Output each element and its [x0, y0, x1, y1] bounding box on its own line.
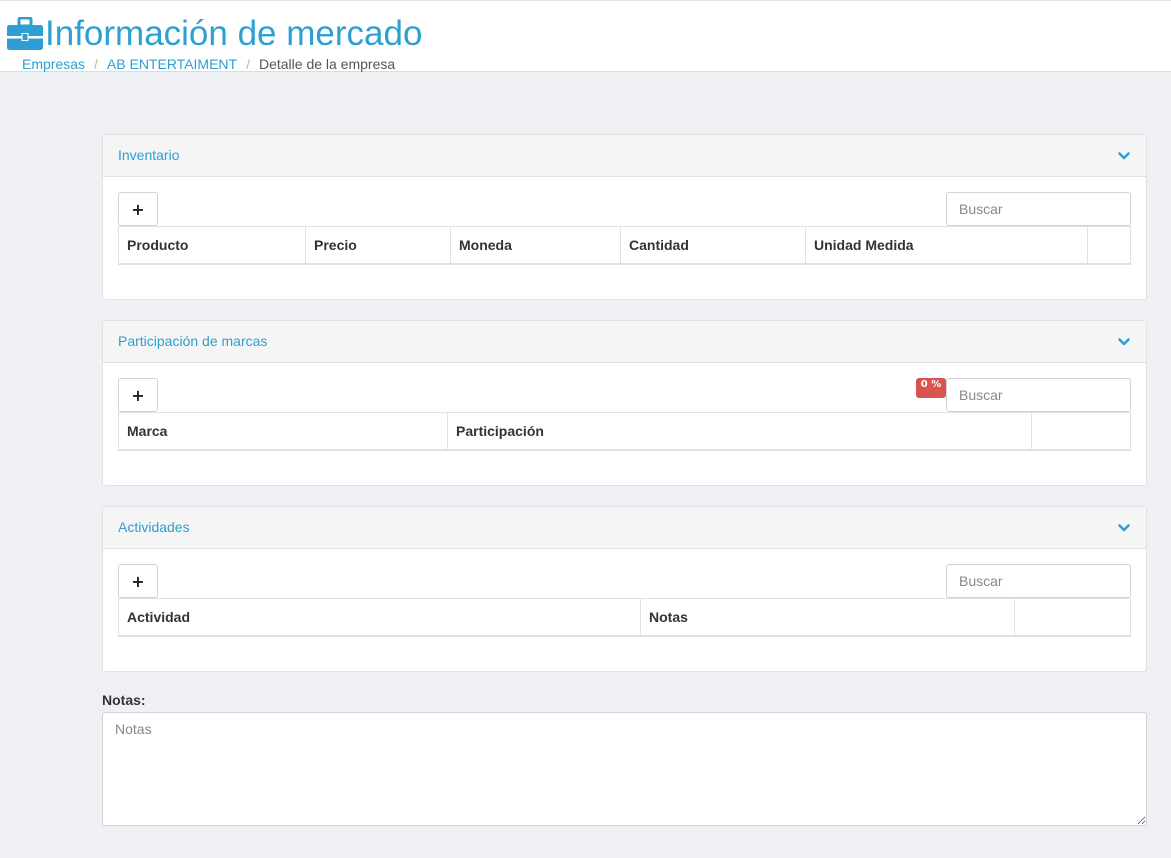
actividades-table: Actividad Notas — [118, 598, 1131, 637]
column-header-precio[interactable]: Precio — [305, 226, 451, 264]
column-header-notas[interactable]: Notas — [640, 598, 1015, 636]
search-actividades-input[interactable] — [946, 564, 1131, 598]
inventario-table: Producto Precio Moneda Cantidad Unidad M… — [118, 226, 1131, 265]
chevron-down-icon[interactable] — [1118, 152, 1130, 160]
panel-inventario: Inventario + Producto Precio Moneda Cant… — [102, 134, 1147, 300]
table-header-row: Producto Precio Moneda Cantidad Unidad M… — [118, 226, 1131, 264]
column-header-actions — [1088, 227, 1131, 264]
briefcase-icon — [7, 17, 43, 50]
participation-total-badge: 0 % — [916, 378, 946, 398]
column-header-actions — [1032, 413, 1131, 450]
table-header-row: Marca Participación — [118, 412, 1131, 450]
add-marca-button[interactable]: + — [118, 378, 158, 412]
chevron-down-icon[interactable] — [1118, 338, 1130, 346]
column-header-moneda[interactable]: Moneda — [450, 226, 621, 264]
breadcrumb-company[interactable]: AB ENTERTAIMENT — [107, 56, 237, 72]
page-title: Información de mercado — [6, 13, 422, 55]
panel-actividades-title[interactable]: Actividades — [118, 519, 190, 535]
notes-label: Notas: — [102, 692, 146, 708]
add-inventario-button[interactable]: + — [118, 192, 158, 226]
add-actividad-button[interactable]: + — [118, 564, 158, 598]
breadcrumb-empresas[interactable]: Empresas — [22, 56, 85, 72]
search-marcas-input[interactable] — [946, 378, 1131, 412]
panel-actividades-heading[interactable]: Actividades — [103, 507, 1146, 549]
panel-marcas-heading[interactable]: Participación de marcas — [103, 321, 1146, 363]
top-header: Información de mercado Empresas / AB ENT… — [0, 0, 1171, 72]
marcas-table: Marca Participación — [118, 412, 1131, 451]
breadcrumb-current: Detalle de la empresa — [258, 56, 396, 72]
page-title-text: Información de mercado — [45, 14, 423, 53]
notes-textarea[interactable] — [102, 712, 1147, 826]
column-header-actions — [1015, 599, 1131, 636]
column-header-producto[interactable]: Producto — [118, 226, 306, 264]
panel-inventario-title[interactable]: Inventario — [118, 147, 179, 163]
column-header-actividad[interactable]: Actividad — [118, 598, 641, 636]
column-header-cantidad[interactable]: Cantidad — [620, 226, 806, 264]
breadcrumb-separator: / — [246, 56, 250, 72]
panel-actividades: Actividades + Actividad Notas — [102, 506, 1147, 672]
column-header-marca[interactable]: Marca — [118, 412, 448, 450]
breadcrumb-separator: / — [94, 56, 98, 72]
panel-marcas: Participación de marcas + 0 % Marca Part… — [102, 320, 1147, 486]
panel-marcas-title[interactable]: Participación de marcas — [118, 333, 267, 349]
breadcrumb: Empresas / AB ENTERTAIMENT / Detalle de … — [22, 56, 395, 72]
panel-inventario-heading[interactable]: Inventario — [103, 135, 1146, 177]
chevron-down-icon[interactable] — [1118, 524, 1130, 532]
column-header-participacion[interactable]: Participación — [447, 412, 1032, 450]
search-inventario-input[interactable] — [946, 192, 1131, 226]
table-header-row: Actividad Notas — [118, 598, 1131, 636]
column-header-unidad-medida[interactable]: Unidad Medida — [805, 226, 1088, 264]
